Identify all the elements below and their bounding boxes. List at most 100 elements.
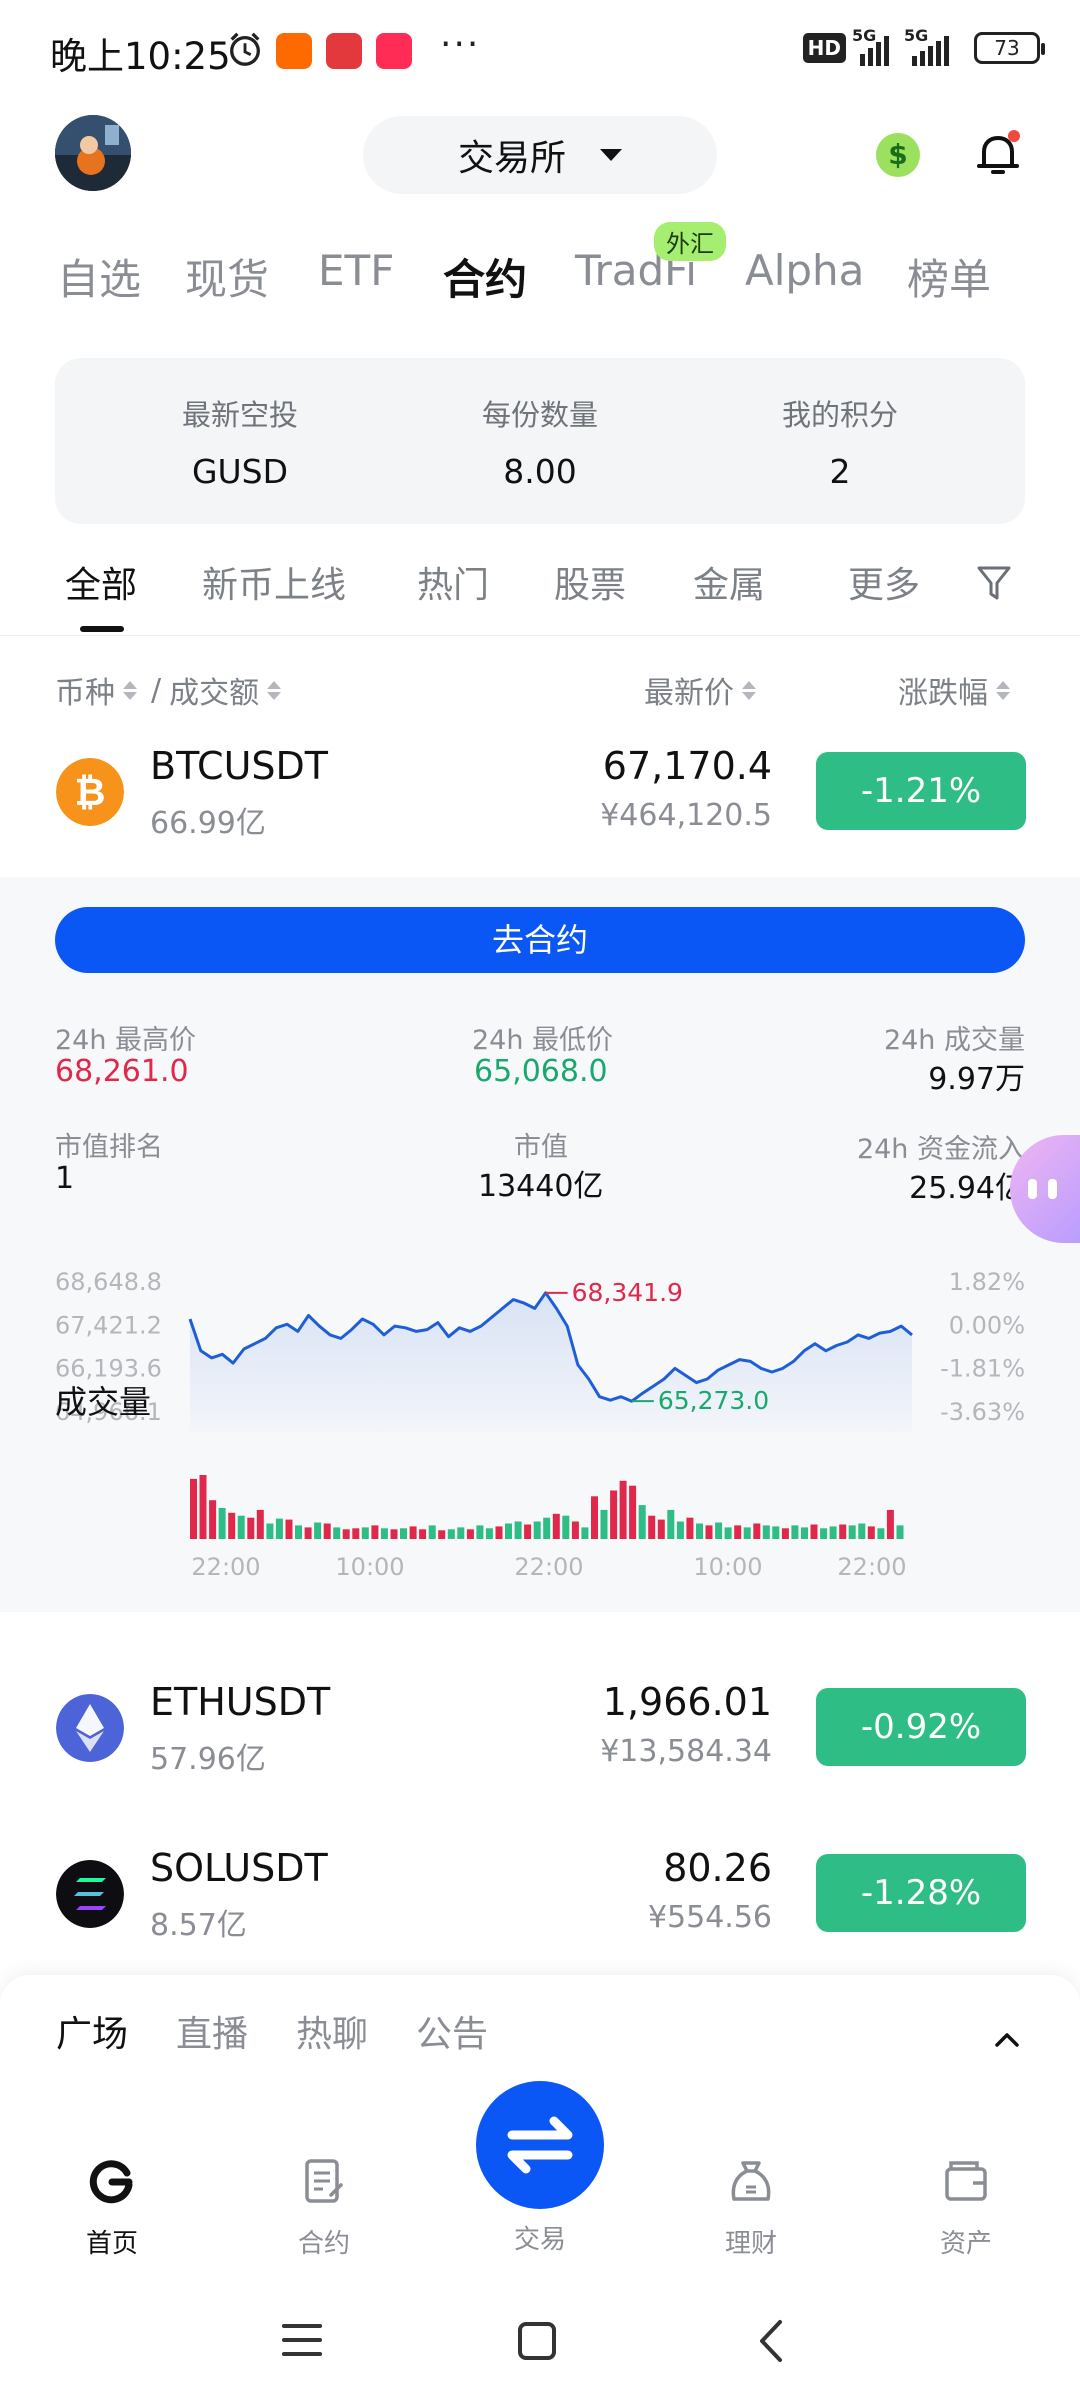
- volume-bar: [256, 1509, 264, 1539]
- tab-favorites[interactable]: 自选: [57, 246, 141, 307]
- feed-tab-live[interactable]: 直播: [176, 2005, 248, 2057]
- nav-home[interactable]: 首页: [52, 2155, 172, 2260]
- cat-tab-metals[interactable]: 金属: [693, 556, 765, 608]
- volume-bar: [342, 1529, 350, 1539]
- tab-futures[interactable]: 合约: [443, 246, 527, 307]
- volume-bar: [848, 1525, 856, 1539]
- solana-icon: [56, 1860, 124, 1928]
- coin-price-cny: ¥554.56: [647, 1900, 772, 1935]
- volume-bar: [867, 1526, 875, 1539]
- status-more-icon: ···: [440, 24, 481, 65]
- home-icon: [89, 2160, 133, 2204]
- sort-by-price[interactable]: 最新价: [644, 668, 756, 712]
- chevron-up-icon[interactable]: [994, 2027, 1020, 2053]
- coin-change-badge[interactable]: -1.21%: [816, 752, 1026, 830]
- x-tick-label: 22:00: [191, 1553, 260, 1581]
- mi-app-icon: [276, 33, 312, 69]
- volume-24h-label: 24h 成交量: [883, 1025, 1025, 1056]
- volume-bar: [810, 1524, 818, 1539]
- status-right: HD 5G 5G 73: [802, 26, 1045, 66]
- volume-bar: [801, 1527, 808, 1539]
- volume-bar: [190, 1478, 197, 1539]
- sort-by-change[interactable]: 涨跌幅: [898, 668, 1010, 712]
- money-bag-icon: [731, 2161, 771, 2201]
- feed-tab-chat[interactable]: 热聊: [296, 2005, 368, 2057]
- volume-bar: [323, 1523, 331, 1539]
- nav-assets[interactable]: 资产: [906, 2155, 1026, 2260]
- tab-alpha[interactable]: Alpha: [745, 246, 864, 295]
- coin-change-badge[interactable]: -0.92%: [816, 1688, 1026, 1766]
- airdrop-card[interactable]: 最新空投 GUSD 每份数量 8.00 我的积分 2: [55, 358, 1025, 524]
- tab-rankings[interactable]: 榜单: [907, 246, 991, 307]
- sort-icon: [267, 680, 282, 700]
- news-app-icon: [326, 33, 362, 69]
- feed-tab-square[interactable]: 广场: [56, 2005, 128, 2057]
- volume-bar: [667, 1509, 675, 1539]
- volume-bar: [533, 1521, 541, 1539]
- nav-futures[interactable]: 合约: [264, 2155, 384, 2260]
- ethereum-icon: [56, 1694, 124, 1762]
- volume-bar: [314, 1522, 322, 1539]
- volume-bar: [638, 1505, 646, 1539]
- price-chart-svg: 68,648.867,421.266,193.664,966.11.82%0.0…: [55, 1268, 1025, 1432]
- y-tick-right: -1.81%: [940, 1355, 1025, 1383]
- volume-bar: [705, 1525, 713, 1539]
- airdrop-latest: 最新空投 GUSD: [181, 398, 298, 491]
- cat-tab-all[interactable]: 全部: [65, 556, 137, 608]
- y-tick-left: 67,421.2: [55, 1311, 162, 1339]
- coin-price-cny: ¥464,120.5: [600, 798, 772, 833]
- sort-by-coin[interactable]: 币种 / 成交额: [55, 668, 282, 712]
- coin-row-btc[interactable]: ₿ BTCUSDT 66.99亿 67,170.4 ¥464,120.5 -1.…: [0, 722, 1080, 862]
- status-bar: 晚上10:25 ··· HD 5G 5G 73: [0, 0, 1080, 100]
- avatar[interactable]: [55, 115, 131, 191]
- coin-symbol: SOLUSDT: [150, 1846, 328, 1890]
- x-tick-label: 10:00: [335, 1553, 404, 1581]
- high-24h-label: 24h 最高价: [55, 1025, 197, 1056]
- svg-text:₿: ₿: [75, 770, 106, 814]
- dollar-icon[interactable]: $: [876, 133, 920, 177]
- nav-earn[interactable]: 理财: [691, 2155, 811, 2260]
- mcap-rank-value: 1: [55, 1161, 75, 1196]
- coin-row-sol[interactable]: SOLUSDT 8.57亿 80.26 ¥554.56 -1.28%: [0, 1824, 1080, 1964]
- mcap-rank-label: 市值排名: [55, 1132, 163, 1163]
- low-24h-label: 24h 最低价: [472, 1025, 614, 1056]
- hd-icon: HD: [802, 33, 846, 63]
- volume-bar: [562, 1515, 570, 1539]
- home-square-icon[interactable]: [516, 2320, 558, 2362]
- price-chart[interactable]: 68,648.8 67,421.2 66,193.6 64,966.1 1.82% 0.0…: [0, 1232, 1080, 1472]
- filter-icon[interactable]: [976, 564, 1012, 602]
- volume-bar: [781, 1528, 789, 1539]
- volume-bar: [304, 1527, 312, 1539]
- volume-bar: [333, 1527, 341, 1539]
- coin-price: 1,966.01: [602, 1680, 772, 1724]
- trade-button[interactable]: [476, 2081, 604, 2209]
- back-icon[interactable]: [752, 2318, 792, 2364]
- alarm-icon: [230, 32, 260, 66]
- volume-bar: [696, 1523, 703, 1539]
- menu-icon[interactable]: [280, 2320, 324, 2360]
- bell-icon[interactable]: [972, 128, 1024, 180]
- tab-etf[interactable]: ETF: [318, 246, 394, 295]
- exchange-switch[interactable]: 交易所: [363, 116, 717, 194]
- volume-bar: [524, 1524, 532, 1539]
- btc-detail-panel: 去合约 24h 最高价 68,261.0 24h 最低价 65,068.0 24…: [0, 877, 1080, 1612]
- volume-bar: [352, 1528, 360, 1539]
- volume-bar: [371, 1525, 379, 1539]
- cat-tab-new-listings[interactable]: 新币上线: [202, 556, 346, 608]
- y-tick-right: 0.00%: [949, 1311, 1025, 1339]
- high-24h-value: 68,261.0: [55, 1054, 189, 1089]
- cat-tab-hot[interactable]: 热门: [417, 556, 489, 608]
- sort-icon: [123, 680, 137, 700]
- cat-tab-stocks[interactable]: 股票: [554, 556, 626, 608]
- max-price-label: 68,341.9: [572, 1278, 683, 1307]
- floating-assistant-button[interactable]: [1010, 1135, 1080, 1243]
- tab-spot[interactable]: 现货: [185, 246, 269, 307]
- feed-tab-announcements[interactable]: 公告: [416, 2005, 488, 2057]
- volume-bar: [581, 1527, 589, 1539]
- cat-tab-more[interactable]: 更多: [848, 556, 920, 608]
- coin-row-eth[interactable]: ETHUSDT 57.96亿 1,966.01 ¥13,584.34 -0.92…: [0, 1658, 1080, 1798]
- x-tick-label: 10:00: [693, 1553, 762, 1581]
- go-to-futures-button[interactable]: 去合约: [55, 907, 1025, 973]
- volume-bar: [390, 1529, 398, 1539]
- coin-change-badge[interactable]: -1.28%: [816, 1854, 1026, 1932]
